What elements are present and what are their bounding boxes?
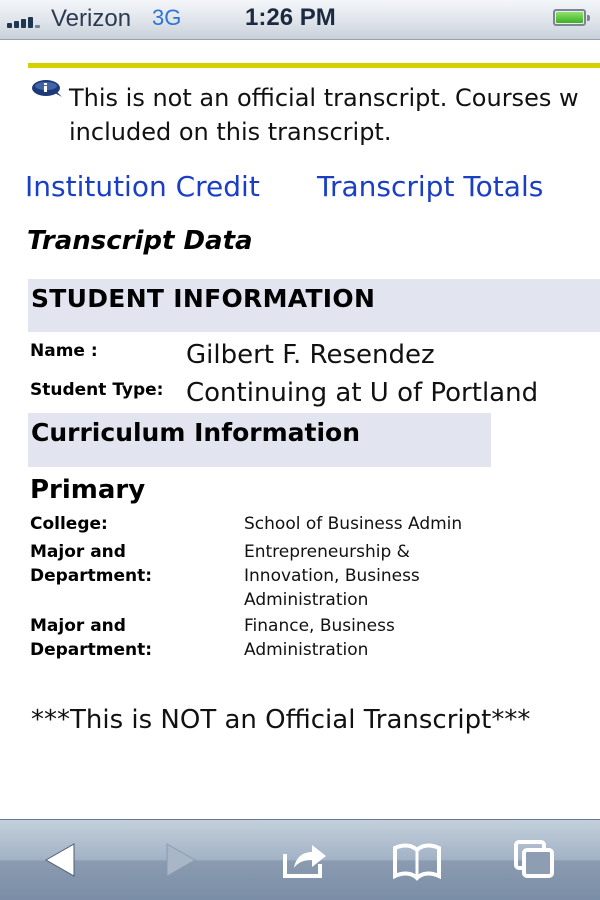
student-information-header: STUDENT INFORMATION bbox=[28, 279, 600, 332]
student-type-label: Student Type: bbox=[30, 380, 164, 400]
major-department-label: Major and Department: bbox=[30, 616, 153, 660]
college-value: School of Business Admin bbox=[244, 514, 463, 534]
major-department-value: Entrepreneurship & Innovation, Business … bbox=[244, 542, 420, 610]
network-type: 3G bbox=[152, 5, 182, 30]
share-icon[interactable] bbox=[280, 838, 330, 882]
signal-strength-icon bbox=[7, 14, 47, 28]
back-icon[interactable] bbox=[36, 838, 86, 882]
name-label: Name : bbox=[30, 341, 98, 361]
institution-credit-link[interactable]: Institution Credit bbox=[25, 170, 260, 203]
major-department-label: Major and Department: bbox=[30, 542, 153, 586]
student-information-title: STUDENT INFORMATION bbox=[31, 284, 376, 313]
unofficial-notice: This is not an official transcript. Cour… bbox=[69, 84, 579, 146]
info-icon bbox=[31, 79, 65, 99]
forward-icon[interactable] bbox=[155, 838, 205, 882]
transcript-totals-link[interactable]: Transcript Totals bbox=[317, 170, 543, 203]
battery-icon bbox=[553, 9, 590, 26]
name-value: Gilbert F. Resendez bbox=[186, 340, 435, 370]
status-time: 1:26 PM bbox=[245, 4, 336, 31]
major-department-value: Finance, Business Administration bbox=[244, 616, 395, 660]
status-bar: Verizon 3G 1:26 PM bbox=[0, 0, 600, 40]
page-title: Transcript Data bbox=[27, 226, 253, 256]
tabs-icon[interactable] bbox=[510, 838, 560, 882]
unofficial-transcript-footer: ***This is NOT an Official Transcript*** bbox=[31, 705, 531, 735]
student-type-value: Continuing at U of Portland bbox=[186, 378, 539, 408]
primary-curriculum-label: Primary bbox=[30, 475, 146, 505]
bookmarks-icon[interactable] bbox=[392, 838, 442, 882]
college-label: College: bbox=[30, 514, 108, 534]
browser-toolbar bbox=[0, 819, 600, 900]
curriculum-information-title: Curriculum Information bbox=[31, 418, 361, 447]
header-divider bbox=[28, 63, 600, 68]
curriculum-information-header: Curriculum Information bbox=[28, 413, 491, 467]
carrier-name: Verizon bbox=[51, 5, 132, 32]
